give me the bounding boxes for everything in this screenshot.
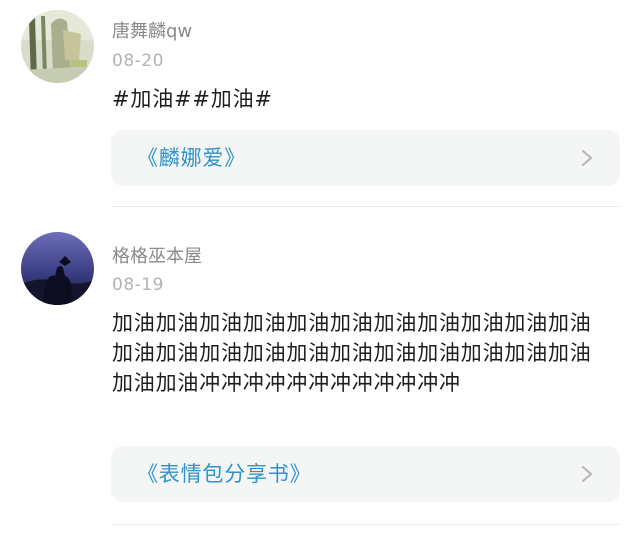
divider [112, 524, 620, 525]
comment-feed: 唐舞麟qw 08-20 #加油##加油# 《麟娜爱》 格格巫本屋 08-19 加… [0, 0, 640, 548]
divider [112, 206, 620, 207]
chevron-right-icon [582, 466, 592, 482]
chevron-right-icon [582, 150, 592, 166]
book-link-title[interactable]: 《麟娜爱》 [137, 144, 246, 172]
comment-text: 加油加油加油加油加油加油加油加油加油加油加油加油加油加油加油加油加油加油加油加油… [112, 311, 592, 395]
book-link-card[interactable]: 《麟娜爱》 [111, 130, 620, 186]
post-date: 08-19 [112, 275, 164, 295]
avatar-image-icon [21, 232, 94, 305]
avatar-image-icon [21, 10, 94, 83]
username[interactable]: 格格巫本屋 [112, 245, 202, 269]
username[interactable]: 唐舞麟qw [112, 20, 192, 44]
avatar[interactable] [21, 232, 94, 305]
avatar[interactable] [21, 10, 94, 83]
book-link-title[interactable]: 《表情包分享书》 [137, 460, 311, 488]
post-date: 08-20 [112, 51, 164, 71]
book-link-card[interactable]: 《表情包分享书》 [111, 446, 620, 502]
comment-text: #加油##加油# [112, 87, 273, 111]
